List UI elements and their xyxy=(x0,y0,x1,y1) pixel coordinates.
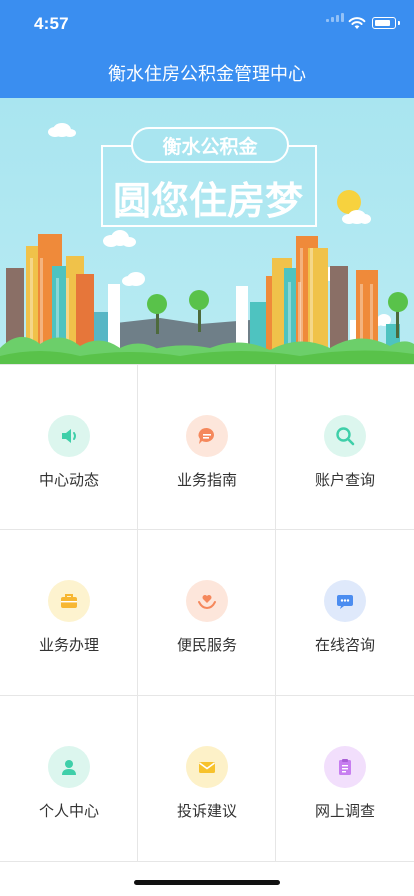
menu-item-complaints[interactable]: 投诉建议 xyxy=(138,696,276,862)
heart-hand-icon xyxy=(186,580,228,622)
menu-item-label: 中心动态 xyxy=(38,471,99,489)
status-time: 4:57 xyxy=(34,14,69,33)
banner-badge-text: 衡水公积金 xyxy=(162,135,258,158)
menu-item-label: 网上调查 xyxy=(314,802,375,820)
wifi-icon xyxy=(348,17,366,29)
menu-item-business-handling[interactable]: 业务办理 xyxy=(0,530,138,696)
status-bar: 4:57 xyxy=(0,0,414,48)
search-icon xyxy=(324,415,366,457)
banner-illustration: 衡水公积金 圆您住房梦 xyxy=(0,123,414,364)
menu-item-label: 投诉建议 xyxy=(176,802,237,820)
page-title: 衡水住房公积金管理中心 xyxy=(108,64,306,85)
menu-item-center-news[interactable]: 中心动态 xyxy=(0,364,138,530)
menu-item-online-consult[interactable]: 在线咨询 xyxy=(276,530,414,696)
briefcase-icon xyxy=(48,580,90,622)
menu-item-label: 业务办理 xyxy=(38,636,99,654)
menu-item-label: 便民服务 xyxy=(176,636,237,654)
menu-item-label: 在线咨询 xyxy=(314,636,375,654)
battery-icon xyxy=(372,17,400,29)
menu-item-label: 个人中心 xyxy=(38,802,99,820)
menu-item-personal-center[interactable]: 个人中心 xyxy=(0,696,138,862)
speaker-icon xyxy=(48,415,90,457)
envelope-icon xyxy=(186,746,228,788)
menu-item-business-guide[interactable]: 业务指南 xyxy=(138,364,276,530)
banner-slogan: 圆您住房梦 xyxy=(113,179,303,223)
menu-item-account-query[interactable]: 账户查询 xyxy=(276,364,414,530)
home-indicator[interactable] xyxy=(134,880,280,885)
menu-item-label: 业务指南 xyxy=(176,471,237,489)
menu-item-convenience-service[interactable]: 便民服务 xyxy=(138,530,276,696)
message-icon xyxy=(324,580,366,622)
person-icon xyxy=(48,746,90,788)
menu-item-label: 账户查询 xyxy=(314,471,375,489)
menu-item-online-survey[interactable]: 网上调查 xyxy=(276,696,414,862)
service-grid: 中心动态 业务指南 账户查询 业务办理 便民服务 在线咨询 个人中心 投诉建议 … xyxy=(0,364,414,862)
banner[interactable]: 衡水公积金 圆您住房梦 xyxy=(0,98,414,364)
chat-bubble-icon xyxy=(186,415,228,457)
app-header: 4:57 衡水住房公积金管理中心 xyxy=(0,0,414,98)
survey-icon xyxy=(324,746,366,788)
